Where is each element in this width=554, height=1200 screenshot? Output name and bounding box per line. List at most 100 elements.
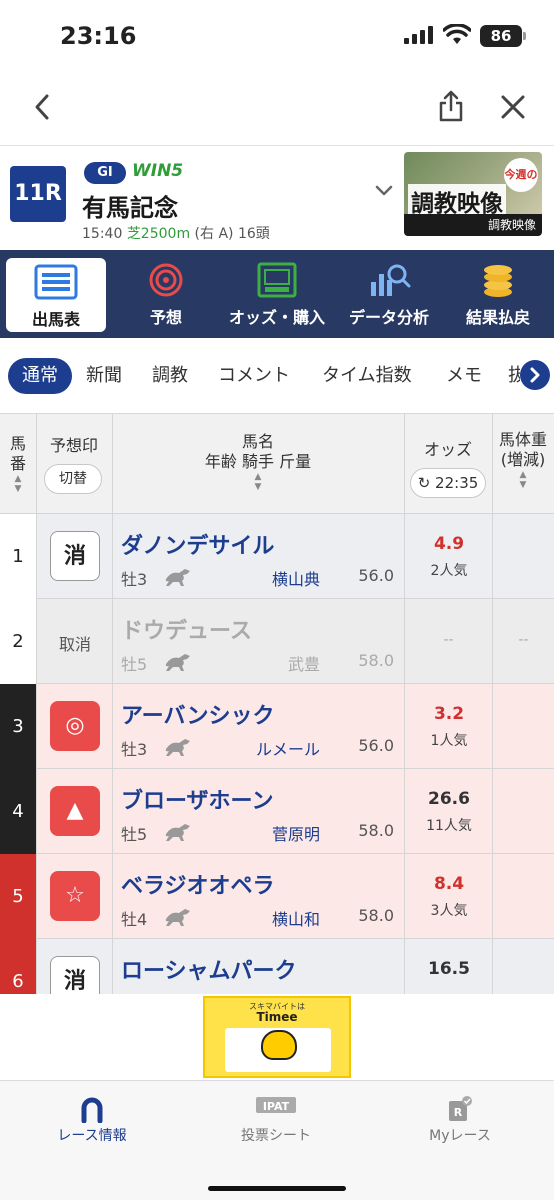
close-icon[interactable]	[500, 94, 526, 120]
header-number-line1: 馬	[9, 434, 26, 453]
clock: 23:16	[60, 22, 137, 50]
tab-memo[interactable]: メモ	[446, 361, 482, 387]
horse-name[interactable]: ブローザホーン	[121, 783, 273, 815]
prediction-mark[interactable]: ☆	[50, 871, 100, 921]
post-number: 1	[0, 514, 36, 599]
grade-badge: GI	[84, 162, 126, 184]
horse-sex-age: 牡5	[121, 655, 148, 674]
table-row[interactable]: 4 ▲ ブローザホーン 牡5 菅原明 58.0 26.6 11人気	[0, 769, 554, 854]
tab-my-race[interactable]: R Myレース	[368, 1081, 552, 1171]
odds-cell: 4.9 2人気	[404, 514, 492, 599]
jockey-name[interactable]: 横山典	[272, 566, 320, 590]
mascot-icon	[261, 1030, 297, 1060]
race-runners: 16頭	[237, 226, 270, 242]
menu-entry-table[interactable]: 出馬表	[6, 258, 106, 332]
race-header[interactable]: 11R GI WIN5 有馬記念 15:40 芝2500m (右 A) 16頭 …	[0, 146, 554, 250]
back-chevron-icon[interactable]	[30, 92, 54, 122]
carried-weight: 56.0	[358, 736, 394, 755]
post-number: 5	[0, 854, 36, 939]
column-divider	[404, 414, 405, 514]
bottom-tab-bar: レース情報 IPAT 投票シート R Myレース	[0, 1080, 554, 1200]
horse-cell: ダノンデサイル 牡3 横山典 56.0	[112, 514, 404, 599]
header-number[interactable]: 馬 番 ▲ ▼	[0, 434, 36, 494]
header-horse[interactable]: 馬名 年齢 騎手 斤量 ▲ ▼	[112, 432, 404, 492]
odds-cell: --	[404, 599, 492, 684]
menu-results-payout[interactable]: 結果払戻	[448, 250, 548, 338]
post-number: 3	[0, 684, 36, 769]
svg-text:R: R	[454, 1106, 463, 1119]
mark-cell: ☆	[36, 854, 112, 939]
jockey-name[interactable]: 武豊	[288, 651, 320, 675]
navigation-bar	[0, 70, 554, 146]
table-row[interactable]: 3 ◎ アーバンシック 牡3 ルメール 56.0 3.2 1人気	[0, 684, 554, 769]
jockey-name[interactable]: 菅原明	[272, 821, 320, 845]
sub-tab-bar: 通常 新聞 調教 コメント タイム指数 メモ 抜	[0, 338, 554, 414]
refresh-icon: ↻	[417, 474, 436, 492]
horse-name[interactable]: ダノンデサイル	[121, 528, 274, 560]
tab-newspaper[interactable]: 新聞	[86, 361, 122, 387]
horse-name[interactable]: ベラジオオペラ	[121, 868, 275, 900]
prediction-mark[interactable]: 消	[50, 531, 100, 581]
training-video-banner[interactable]: 今週の 調教映像 調教映像	[404, 152, 542, 236]
horse-cell: ブローザホーン 牡5 菅原明 58.0	[112, 769, 404, 854]
weight-cell	[492, 854, 554, 939]
horse-name[interactable]: アーバンシック	[121, 698, 275, 730]
jockey-name[interactable]: 横山和	[272, 906, 320, 930]
popularity: 1人気	[430, 733, 468, 749]
odds-value: 16.5	[428, 959, 470, 979]
menu-label: データ分析	[348, 308, 429, 327]
odds-time: 22:35	[435, 474, 479, 492]
menu-odds-purchase[interactable]: オッズ・購入	[224, 250, 330, 338]
table-row[interactable]: 5 ☆ ベラジオオペラ 牡4 横山和 58.0 8.4 3人気	[0, 854, 554, 939]
jockey-name[interactable]: ルメール	[256, 736, 320, 760]
race-name: 有馬記念	[82, 194, 178, 222]
tab-betting-sheet[interactable]: IPAT 投票シート	[184, 1081, 368, 1171]
chart-search-icon	[371, 264, 411, 296]
horse-name[interactable]: ローシャムパーク	[121, 953, 297, 985]
tab-label: レース情報	[57, 1128, 127, 1144]
tab-truncated[interactable]: 抜	[508, 361, 520, 387]
carried-weight: 58.0	[358, 821, 394, 840]
tab-training[interactable]: 調教	[152, 361, 188, 387]
sort-icon: ▲ ▼	[519, 470, 527, 490]
odds-refresh-button[interactable]: ↻ 22:35	[410, 468, 486, 498]
header-mark: 予想印	[49, 436, 98, 455]
header-odds[interactable]: オッズ	[404, 440, 492, 460]
header-horse-line1: 馬名	[241, 432, 274, 451]
share-icon[interactable]	[438, 90, 464, 122]
table-row[interactable]: 1 消 ダノンデサイル 牡3 横山典 56.0 4.9 2人気	[0, 514, 554, 599]
header-weight[interactable]: 馬体重 (増減) ▲ ▼	[492, 430, 554, 490]
horse-name[interactable]: ドウデュース	[121, 613, 252, 645]
tabs-next-button[interactable]	[520, 360, 550, 390]
odds-cell: 26.6 11人気	[404, 769, 492, 854]
race-select-chevron-icon[interactable]	[374, 184, 394, 198]
ad-banner[interactable]: スキマバイトは Timee	[203, 996, 351, 1078]
race-meta: 15:40 芝2500m (右 A) 16頭	[82, 223, 270, 243]
race-menu-bar: 出馬表 予想 オッズ・購入 データ分析 結果払戻	[0, 250, 554, 338]
horse-cell: ドウデュース 牡5 武豊 58.0	[112, 599, 404, 684]
mark-cell: ◎	[36, 684, 112, 769]
tab-label: 投票シート	[241, 1128, 311, 1144]
tab-race-info[interactable]: レース情報	[0, 1081, 184, 1171]
table-row[interactable]: 2 取消 ドウデュース 牡5 武豊 58.0 -- --	[0, 599, 554, 684]
target-icon	[149, 263, 183, 297]
tab-normal[interactable]: 通常	[8, 358, 72, 394]
battery-icon: 86	[480, 25, 522, 47]
popularity: 2人気	[430, 563, 468, 579]
header-weight-line2: (増減)	[500, 450, 546, 469]
column-divider	[36, 414, 37, 514]
horse-run-wrap	[163, 820, 193, 846]
odds-value: 26.6	[428, 789, 470, 809]
horse-sex-age: 牡3	[121, 740, 148, 759]
menu-data-analysis[interactable]: データ分析	[336, 250, 442, 338]
carried-weight: 56.0	[358, 566, 394, 585]
menu-label: 予想	[149, 308, 182, 327]
prediction-mark[interactable]: ▲	[50, 786, 100, 836]
tab-time-index[interactable]: タイム指数	[322, 361, 412, 387]
prediction-mark[interactable]: ◎	[50, 701, 100, 751]
mark-toggle-button[interactable]: 切替	[44, 464, 102, 494]
tab-comment[interactable]: コメント	[218, 361, 290, 387]
popularity: 11人気	[426, 818, 472, 834]
menu-prediction[interactable]: 予想	[116, 250, 216, 338]
carried-weight: 58.0	[358, 651, 394, 670]
